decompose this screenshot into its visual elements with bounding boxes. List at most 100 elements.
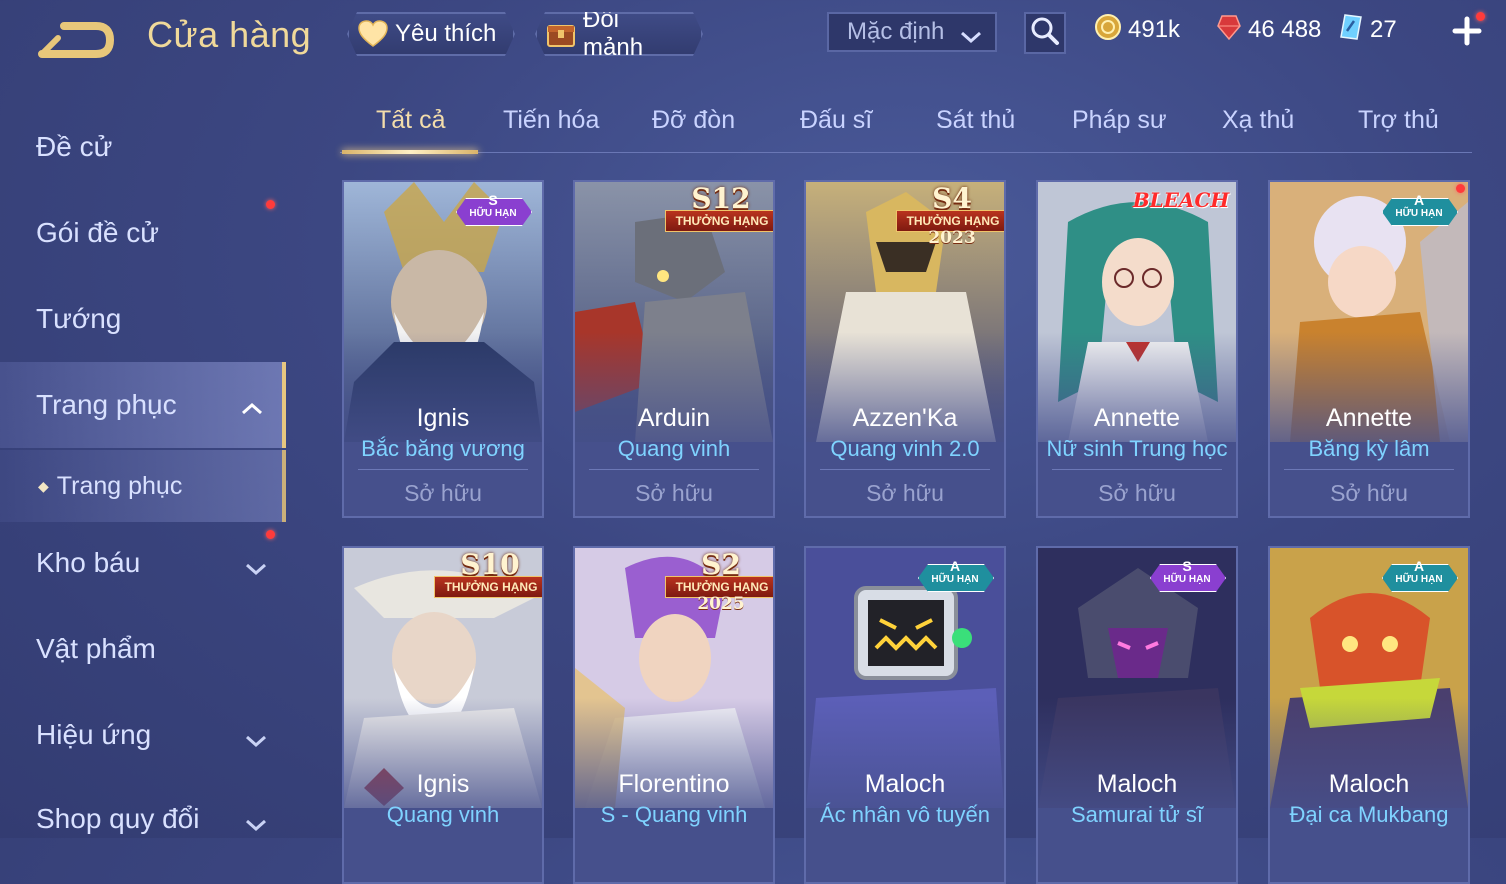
bullet-icon: ◆ <box>38 477 49 494</box>
ruby-gem-icon <box>1216 13 1242 48</box>
ownership-status: Sở hữu <box>866 480 944 506</box>
sidebar-item-skins[interactable]: Trang phục <box>0 362 286 448</box>
skin-card[interactable]: A HỮU HẠN Maloch Đại ca Mukbang <box>1268 546 1470 884</box>
badge-tier: A <box>1413 558 1425 574</box>
tab-assassin[interactable]: Sát thủ <box>936 106 1015 135</box>
skin-card[interactable]: S10 THƯỞNG HẠNG Ignis Quang vinh <box>342 546 544 884</box>
collab-badge: BLEACH <box>1132 188 1230 212</box>
plus-icon[interactable] <box>1450 12 1485 48</box>
search-button[interactable] <box>1024 12 1066 54</box>
skin-card[interactable]: A HỮU HẠN Annette Băng kỳ lâm Sở hữu <box>1268 180 1470 518</box>
notification-dot <box>1476 12 1485 21</box>
top-bar: Cửa hàng Yêu thích Đổi mảnh Mặc định 491… <box>0 0 1506 80</box>
season-rank-badge: S4 THƯỞNG HẠNG 2023 <box>892 182 1004 248</box>
sidebar: Đề cử Gói đề cử Tướng Trang phục ◆ Trang… <box>0 90 290 838</box>
hero-name: Ignis <box>416 770 470 798</box>
skin-card[interactable]: S HỮU HẠN Maloch Samurai tử sĩ <box>1036 546 1238 884</box>
hero-name: Maloch <box>1096 770 1178 798</box>
hero-name: Florentino <box>618 770 730 798</box>
hero-name: Annette <box>1093 404 1181 432</box>
hero-name: Ignis <box>416 404 470 432</box>
skin-name: Băng kỳ lâm <box>1308 436 1430 461</box>
hero-name: Azzen'Ka <box>852 404 958 432</box>
favorites-button[interactable]: Yêu thích <box>347 12 515 56</box>
skin-name: Quang vinh <box>617 436 731 461</box>
sidebar-item-label: Gói đề cử <box>36 217 160 248</box>
badge-year: 2025 <box>697 594 745 614</box>
notification-dot <box>266 530 275 539</box>
skin-card[interactable]: BLEACH Annette Nữ sinh Trung học Sở hữu <box>1036 180 1238 518</box>
tab-marksman[interactable]: Xạ thủ <box>1222 106 1294 135</box>
season-rank-badge: S12 THƯỞNG HẠNG <box>661 182 773 242</box>
notification-dot <box>1456 184 1465 193</box>
sidebar-item-label: Trang phục <box>56 471 183 500</box>
tab-fighter[interactable]: Đấu sĩ <box>800 106 872 135</box>
sidebar-item-recommended[interactable]: Đề cử <box>0 104 286 190</box>
gold-coin-icon <box>1094 13 1122 48</box>
skin-card[interactable]: S12 THƯỞNG HẠNG Arduin Quang vinh Sở hữu <box>573 180 775 518</box>
limited-badge: A HỮU HẠN <box>1382 192 1456 228</box>
chevron-down-icon <box>244 808 268 840</box>
sidebar-item-effects[interactable]: Hiệu ứng <box>0 692 286 778</box>
badge-label: HỮU HẠN <box>1163 574 1211 585</box>
sort-dropdown[interactable]: Mặc định <box>827 12 997 52</box>
tab-support[interactable]: Trợ thủ <box>1358 106 1439 135</box>
search-icon <box>1030 16 1060 51</box>
gold-balance: 491k <box>1094 12 1180 48</box>
skin-card[interactable]: A HỮU HẠN Maloch Ác nhân vô tuyến <box>804 546 1006 884</box>
skin-card[interactable]: S HỮU HẠN Ignis Bắc băng vương Sở hữu <box>342 180 544 518</box>
tab-evolution[interactable]: Tiến hóa <box>503 106 599 135</box>
ownership-status: Sở hữu <box>1098 480 1176 506</box>
heart-icon <box>357 18 389 50</box>
chevron-up-icon <box>240 392 264 424</box>
tab-all[interactable]: Tất cả <box>376 106 445 135</box>
active-tab-indicator <box>342 150 478 154</box>
card-divider <box>820 469 990 470</box>
limited-badge: A HỮU HẠN <box>918 558 992 594</box>
ownership-status: Sở hữu <box>404 480 482 506</box>
voucher-icon <box>1338 13 1364 48</box>
limited-badge: A HỮU HẠN <box>1382 558 1456 594</box>
limited-badge: S HỮU HẠN <box>456 192 530 228</box>
skin-name: Quang vinh <box>386 802 500 827</box>
gold-value: 491k <box>1128 16 1181 43</box>
sidebar-item-label: Trang phục <box>36 389 177 420</box>
badge-tier: S <box>1182 558 1192 574</box>
chevron-down-icon <box>244 724 268 756</box>
skin-card[interactable]: S4 THƯỞNG HẠNG 2023 Azzen'Ka Quang vinh … <box>804 180 1006 518</box>
treasure-box-icon <box>545 18 577 50</box>
skin-card[interactable]: S2 THƯỞNG HẠNG 2025 Florentino S - Quang… <box>573 546 775 884</box>
sidebar-subitem-skins[interactable]: ◆ Trang phục <box>0 450 286 522</box>
hero-name: Arduin <box>637 404 711 432</box>
ownership-status: Sở hữu <box>1330 480 1408 506</box>
ownership-status: Sở hữu <box>635 480 713 506</box>
sidebar-item-treasure[interactable]: Kho báu <box>0 520 286 606</box>
sidebar-item-items[interactable]: Vật phẩm <box>0 606 286 692</box>
sidebar-item-label: Shop quy đổi <box>36 803 200 834</box>
voucher-value: 27 <box>1370 16 1397 43</box>
skin-name: Đại ca Mukbang <box>1289 802 1449 827</box>
sidebar-item-recommended-packs[interactable]: Gói đề cử <box>0 190 286 276</box>
limited-badge: S HỮU HẠN <box>1150 558 1224 594</box>
card-divider <box>589 469 759 470</box>
tab-mage[interactable]: Pháp sư <box>1072 106 1167 135</box>
sidebar-item-exchange-shop[interactable]: Shop quy đổi <box>0 776 286 862</box>
season-rank-badge: S2 THƯỞNG HẠNG 2025 <box>661 548 773 614</box>
badge-label: HỮU HẠN <box>931 574 979 585</box>
skin-name: S - Quang vinh <box>600 802 748 827</box>
exchange-label: Đổi mảnh <box>583 6 644 61</box>
notification-dot <box>266 200 275 209</box>
tab-tank[interactable]: Đỡ đòn <box>652 106 735 135</box>
hero-name: Maloch <box>864 770 946 798</box>
badge-label: HỮU HẠN <box>1395 208 1443 219</box>
back-arrow-icon[interactable] <box>36 16 116 62</box>
card-divider <box>358 469 528 470</box>
exchange-button[interactable]: Đổi mảnh <box>535 12 703 56</box>
badge-tier: A <box>949 558 961 574</box>
card-divider <box>1052 469 1222 470</box>
sidebar-item-heroes[interactable]: Tướng <box>0 276 286 362</box>
badge-year: 2023 <box>928 228 976 248</box>
voucher-balance: 27 <box>1338 12 1397 48</box>
ruby-balance: 46 488 <box>1216 12 1321 48</box>
skin-name: Nữ sinh Trung học <box>1046 436 1228 461</box>
